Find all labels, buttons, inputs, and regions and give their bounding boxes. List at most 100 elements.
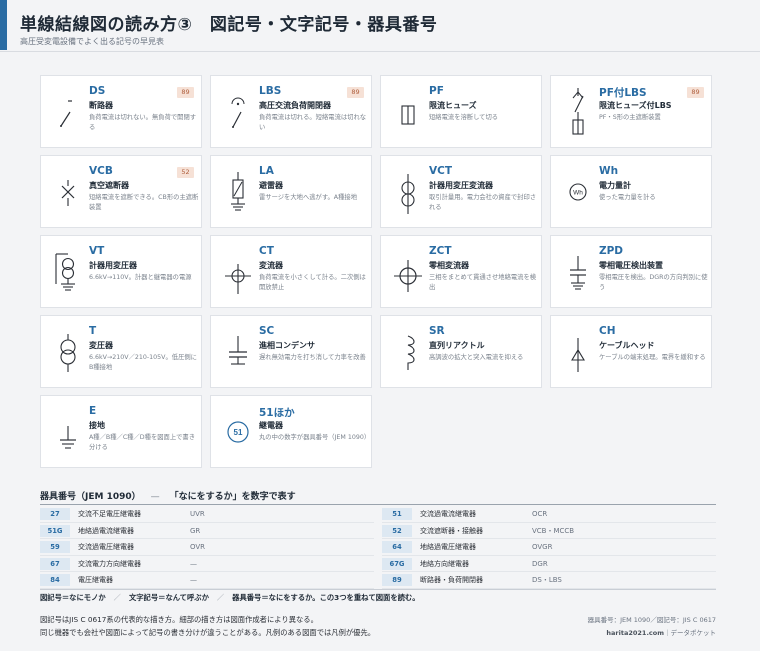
card-code: SC xyxy=(259,325,275,337)
card-pf-lbs: PF付LBS 限流ヒューズ付LBS PF・S形の主遮断装置 89 xyxy=(550,75,712,148)
device-number-chip: 89 xyxy=(382,574,412,586)
card-ch: CH ケーブルヘッド ケーブルの端末処理。電界を緩和する xyxy=(550,315,712,388)
device-name: 交流過電流継電器 xyxy=(420,510,476,518)
table-row: 51 交流過電流継電器 OCR xyxy=(382,506,716,523)
card-sc: SC 進相コンデンサ 遅れ無効電力を打ち消して力率を改善 xyxy=(210,315,372,388)
card-name: ケーブルヘッド xyxy=(599,341,655,350)
vcb-symbol-icon xyxy=(61,180,75,206)
card-vcb: VCB 真空遮断器 短絡電流を遮断できる。CB形の主遮断装置 52 xyxy=(40,155,202,228)
device-name: 交流不足電圧継電器 xyxy=(78,510,141,518)
card-code: VT xyxy=(89,245,105,257)
device-abbr: — xyxy=(190,559,197,568)
summary-line: 図記号＝なにモノか ／ 文字記号＝なんて呼ぶか ／ 器具番号＝なにをするか。この3つを重… xyxy=(40,593,420,603)
card-zct: ZCT 零相変流器 三相をまとめて貫通させ地絡電流を検出 xyxy=(380,235,542,308)
sc-symbol-icon xyxy=(229,336,247,365)
section-title-dash: — xyxy=(150,492,160,502)
zpd-symbol-icon xyxy=(570,256,586,290)
earth-symbol-icon xyxy=(60,426,76,449)
summary-part-2: 文字記号＝なんて呼ぶか xyxy=(128,593,209,602)
device-number-chip: 52 xyxy=(382,524,412,537)
card-vt: VT 計器用変圧器 6.6kV→110V。計器と継電器の電源 xyxy=(40,235,202,308)
card-code: DS xyxy=(89,85,106,97)
card-code: LBS xyxy=(259,85,282,97)
card-code: PF付LBS xyxy=(599,87,647,99)
card-name: 零相電圧検出装置 xyxy=(599,261,663,270)
card-name: 計器用変圧変流器 xyxy=(429,181,493,190)
card-name: 真空遮断器 xyxy=(89,181,129,190)
page-subtitle: 高圧受変電設備でよく出る記号の早見表 xyxy=(20,37,164,46)
source-credit: 器具番号：JEM 1090／図記号：JIS C 0617 harita2021.… xyxy=(588,614,716,640)
card-sr: SR 直列リアクトル 高調波の拡大と突入電流を抑える xyxy=(380,315,542,388)
section-title-text: 器具番号（JEM 1090） xyxy=(40,492,141,502)
footnote-line-2: 同じ機器でも会社や図面によって記号の書き分けが違うことがある。凡例のある図面では… xyxy=(40,628,376,637)
card-desc: 短絡電流を遮断できる。CB形の主遮断装置 xyxy=(89,194,199,211)
card-code: ZPD xyxy=(599,245,624,257)
card-la: LA 避雷器 雷サージを大地へ逃がす。A種接地 xyxy=(210,155,372,228)
card-desc: 6.6kV→210V／210-105V。低圧側にB種接地 xyxy=(89,354,197,371)
device-number-badge: 52 xyxy=(177,167,194,178)
page-header: 単線結線図の読み方③ 図記号・文字記号・器具番号 高圧受変電設備でよく出る記号の… xyxy=(0,0,760,52)
device-abbr: OVR xyxy=(190,543,206,551)
device-abbr: — xyxy=(190,576,197,584)
device-number-chip: 27 xyxy=(40,508,70,520)
summary-divider xyxy=(40,589,716,590)
card-code: VCB xyxy=(89,165,113,177)
device-abbr: GR xyxy=(190,526,201,535)
card-vct: VCT 計器用変圧変流器 取引計量用。電力会社の資産で封印される xyxy=(380,155,542,228)
card-code: LA xyxy=(259,165,274,177)
table-row: 67 交流電力方向継電器 — xyxy=(40,556,374,572)
card-name: 継電器 xyxy=(259,421,283,430)
credit-sources: 器具番号：JEM 1090／図記号：JIS C 0617 xyxy=(587,616,716,624)
la-symbol-icon xyxy=(231,172,245,211)
device-name: 交流遮断器・接触器 xyxy=(420,526,483,535)
card-desc: 取引計量用。電力会社の資産で封印される xyxy=(429,194,537,211)
card-relay: 51 51ほか 継電器 丸の中の数字が器具番号（JEM 1090） xyxy=(210,395,372,468)
card-code: PF xyxy=(429,85,444,97)
footnote: 図記号はJIS C 0617系の代表的な描き方。細部の描き方は図面作成者により異… xyxy=(40,613,375,639)
accent-bar xyxy=(0,0,7,50)
sr-symbol-icon xyxy=(407,335,415,370)
summary-sep: ／ xyxy=(216,593,225,602)
device-abbr: OVGR xyxy=(532,543,553,551)
summary-part-1: 図記号＝なにモノか xyxy=(40,593,106,602)
table-row: 84 電圧継電器 — xyxy=(40,572,374,589)
card-code: Wh xyxy=(599,165,619,177)
section-divider xyxy=(40,504,716,505)
device-number-chip: 51 xyxy=(382,508,412,520)
summary-part-3: 器具番号＝なにをするか。この3つを重ねて図面を読む。 xyxy=(232,593,420,602)
ds-symbol-icon xyxy=(60,100,72,127)
vt-symbol-icon xyxy=(55,253,75,291)
table-row: 51G 地絡過電流継電器 GR xyxy=(40,523,374,539)
credit-brand: ｜データポケット xyxy=(664,629,716,637)
device-number-chip: 51G xyxy=(40,524,70,537)
card-code: VCT xyxy=(429,165,452,177)
card-t: T 変圧器 6.6kV→210V／210-105V。低圧側にB種接地 xyxy=(40,315,202,388)
ct-symbol-icon xyxy=(225,264,251,294)
transformer-symbol-icon xyxy=(60,334,76,372)
card-name: 限流ヒューズ付LBS xyxy=(599,101,672,110)
card-desc: 遅れ無効電力を打ち消して力率を改善 xyxy=(259,354,366,361)
card-wh: Wh Wh 電力量計 使った電力量を計る xyxy=(550,155,712,228)
card-code: 51ほか xyxy=(259,407,295,419)
site-link[interactable]: harita2021.com xyxy=(606,629,664,637)
card-desc: 三相をまとめて貫通させ地絡電流を検出 xyxy=(429,274,537,291)
device-number-table-right: 51 交流過電流継電器 OCR 52 交流遮断器・接触器 VCB・MCCB 64 地絡過電… xyxy=(382,506,716,589)
card-desc: 負荷電流は切れない。無負荷で開閉する xyxy=(89,114,197,131)
device-number-table-left: 27 交流不足電圧継電器 UVR 51G 地絡過電流継電器 GR 59 交流過電圧継電器 O… xyxy=(40,506,374,589)
card-desc: 短絡電流を溶断して切る xyxy=(429,114,499,121)
card-desc: 雷サージを大地へ逃がす。A種接地 xyxy=(259,194,358,201)
table-row: 89 断路器・負荷開閉器 DS・LBS xyxy=(382,572,716,589)
card-name: 高圧交流負荷開閉器 xyxy=(259,101,331,110)
card-name: 進相コンデンサ xyxy=(259,341,315,350)
device-number-chip: 84 xyxy=(40,574,70,586)
device-number-section-title: 器具番号（JEM 1090） — 「なにをするか」を数字で表す xyxy=(40,489,296,502)
card-desc: 使った電力量を計る xyxy=(599,194,656,201)
card-desc: 負荷電流を小さくして計る。二次側は開放禁止 xyxy=(259,274,366,291)
card-pf: PF 限流ヒューズ 短絡電流を溶断して切る xyxy=(380,75,542,148)
card-code: T xyxy=(89,325,97,337)
card-name: 避雷器 xyxy=(259,181,283,190)
card-name: 変圧器 xyxy=(89,341,113,350)
device-number-chip: 67 xyxy=(40,557,70,570)
device-abbr: VCB・MCCB xyxy=(532,526,575,535)
device-name: 地絡過電圧継電器 xyxy=(420,543,476,551)
